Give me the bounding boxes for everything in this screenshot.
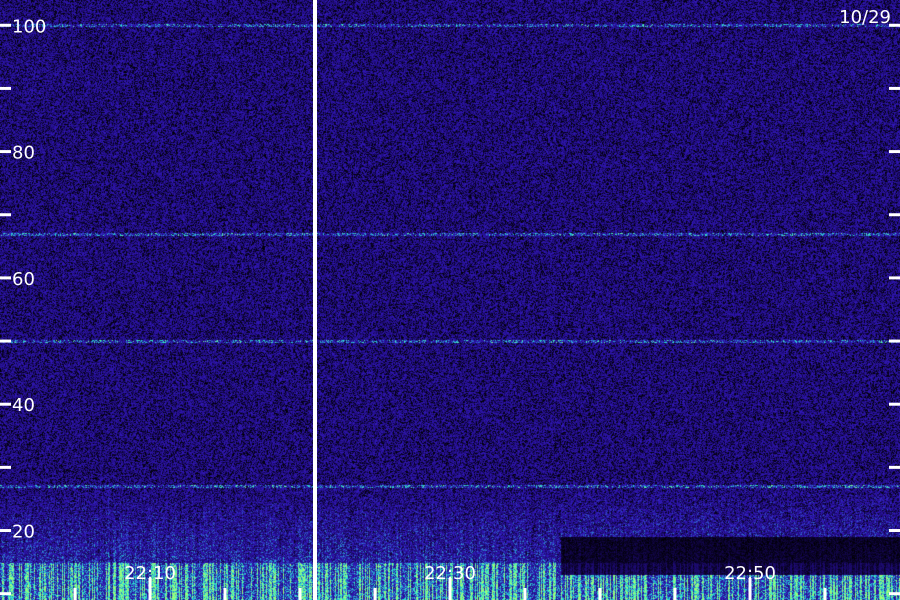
x-tick-label: 22:50	[724, 563, 776, 584]
x-tick-label: 22:30	[424, 563, 476, 584]
x-axis-labels: 22:10 22:30 22:50	[124, 563, 776, 584]
y-tick-label: 80	[12, 143, 35, 164]
chart-overlay: 20 40 60 80 100 22:10 22:30 22:50 10/29	[0, 0, 900, 600]
tick-marks	[0, 0, 900, 600]
y-tick-label: 60	[12, 269, 35, 290]
spectrogram-chart: 20 40 60 80 100 22:10 22:30 22:50 10/29	[0, 0, 900, 600]
y-tick-label: 100	[12, 16, 46, 37]
y-axis-labels: 20 40 60 80 100	[12, 16, 46, 542]
date-label: 10/29	[839, 7, 891, 28]
y-tick-label: 40	[12, 395, 35, 416]
y-tick-label: 20	[12, 522, 35, 543]
x-tick-label: 22:10	[124, 563, 176, 584]
